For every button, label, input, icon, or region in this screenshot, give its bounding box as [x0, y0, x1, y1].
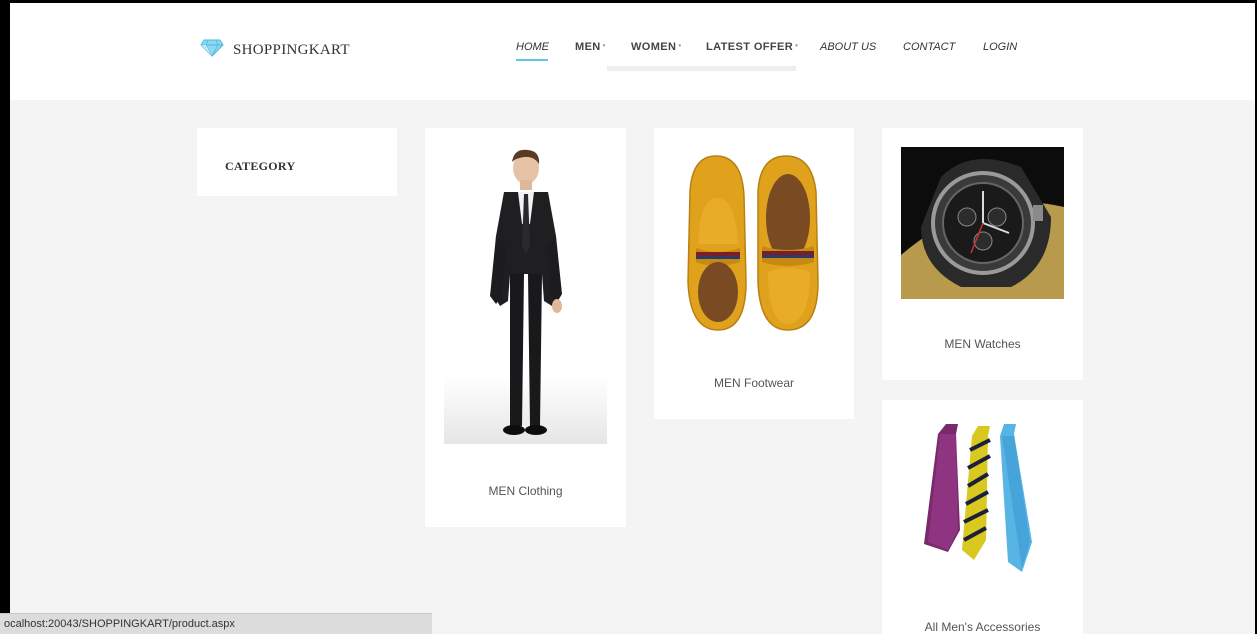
active-indicator: [516, 59, 548, 61]
dropdown-dot-icon: •: [795, 41, 799, 50]
loafer-shoes-image: [684, 152, 824, 334]
nav-about-us-label: ABOUT US: [820, 41, 877, 53]
product-card-men-clothing[interactable]: MEN Clothing: [425, 128, 626, 527]
nav-contact-label: CONTACT: [903, 41, 956, 53]
product-card-men-footwear[interactable]: MEN Footwear: [654, 128, 854, 419]
man-in-suit-image: [444, 146, 607, 444]
nav-women[interactable]: WOMEN •: [631, 41, 682, 53]
neckties-image: [920, 420, 1046, 580]
product-label: MEN Watches: [944, 337, 1021, 351]
nav-about-us[interactable]: ABOUT US: [820, 41, 876, 53]
nav-contact[interactable]: CONTACT: [903, 41, 955, 53]
nav-login-label: LOGIN: [983, 41, 1018, 53]
site-header: SHOPPINGKART HOME MEN • WOMEN • LATEST OFF…: [10, 3, 1255, 100]
browser-status-bar: ocalhost:20043/SHOPPINGKART/product.aspx: [0, 613, 432, 634]
nav-men-label: MEN: [575, 41, 601, 53]
nav-hover-highlight: [607, 66, 796, 71]
product-card-men-watches[interactable]: MEN Watches: [882, 128, 1083, 380]
category-sidebar: CATEGORY: [197, 128, 397, 196]
nav-latest-offer-label: LATEST OFFER: [706, 41, 794, 53]
nav-home-label: HOME: [516, 41, 549, 53]
brand-logo[interactable]: SHOPPINGKART: [200, 39, 350, 62]
dropdown-dot-icon: •: [678, 41, 682, 50]
product-label: All Men's Accessories: [924, 620, 1041, 634]
nav-men[interactable]: MEN •: [575, 41, 606, 53]
nav-latest-offer[interactable]: LATEST OFFER •: [706, 41, 798, 53]
product-label: MEN Footwear: [713, 376, 795, 390]
diamond-icon: [200, 39, 224, 62]
wrist-watch-image: [901, 147, 1064, 299]
product-label: MEN Clothing: [488, 484, 563, 498]
window-frame-left: [0, 0, 10, 634]
brand-name: SHOPPINGKART: [233, 42, 350, 58]
nav-women-label: WOMEN: [631, 41, 677, 53]
nav-home[interactable]: HOME: [516, 41, 549, 61]
product-card-mens-accessories[interactable]: All Men's Accessories: [882, 400, 1083, 634]
category-title: CATEGORY: [225, 159, 296, 173]
nav-login[interactable]: LOGIN: [983, 41, 1017, 53]
dropdown-dot-icon: •: [602, 41, 606, 50]
